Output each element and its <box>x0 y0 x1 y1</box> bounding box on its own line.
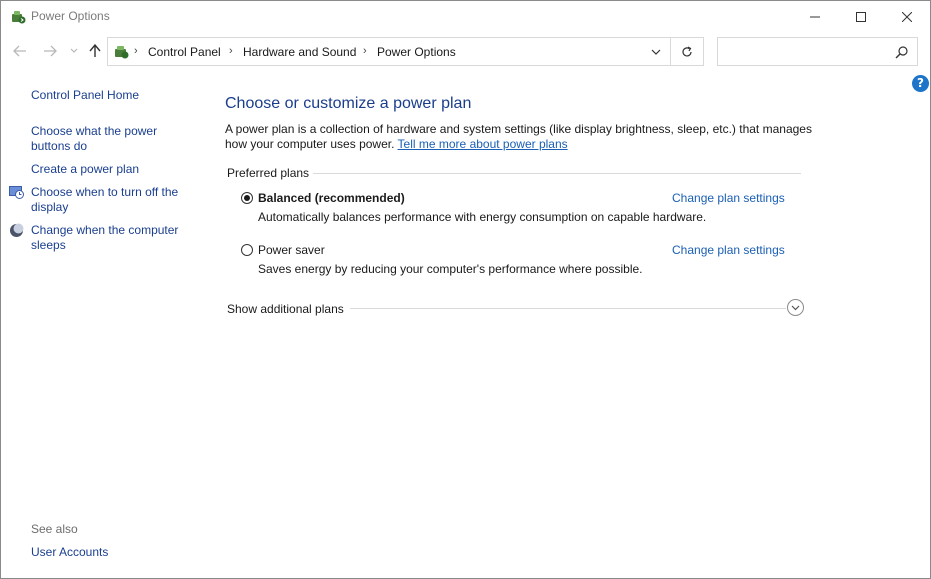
balanced-radio[interactable] <box>241 192 253 204</box>
sidebar: Control Panel Home Choose what the power… <box>1 71 201 578</box>
balanced-plan-name[interactable]: Balanced (recommended) <box>258 191 405 205</box>
close-button[interactable] <box>884 1 930 32</box>
sleep-moon-icon <box>9 223 24 238</box>
main-content: Choose or customize a power plan A power… <box>225 71 915 571</box>
address-bar[interactable]: › Control Panel › Hardware and Sound › P… <box>107 37 671 66</box>
chevron-down-icon <box>791 305 800 310</box>
radio-selected-dot <box>244 195 250 201</box>
maximize-button[interactable] <box>838 1 884 32</box>
sidebar-link-display-off[interactable]: Choose when to turn off the display <box>31 185 186 215</box>
window-title: Power Options <box>31 9 110 23</box>
breadcrumb-separator: › <box>134 45 138 57</box>
back-button[interactable] <box>11 42 29 60</box>
sidebar-link-sleep[interactable]: Change when the computer sleeps <box>31 223 191 253</box>
expand-additional-plans-button[interactable] <box>787 299 804 316</box>
recent-locations-button[interactable] <box>65 42 83 60</box>
display-timeout-icon <box>9 185 24 200</box>
sidebar-link-power-buttons[interactable]: Choose what the power buttons do <box>31 124 181 154</box>
power-options-icon <box>10 9 26 25</box>
learn-more-link[interactable]: Tell me more about power plans <box>398 137 568 151</box>
show-additional-plans-label[interactable]: Show additional plans <box>227 302 344 316</box>
page-description: A power plan is a collection of hardware… <box>225 122 815 152</box>
minimize-button[interactable] <box>792 1 838 32</box>
power-saver-plan-description: Saves energy by reducing your computer's… <box>258 262 643 276</box>
up-button[interactable] <box>86 42 104 60</box>
sidebar-link-create-plan[interactable]: Create a power plan <box>31 162 139 177</box>
page-title: Choose or customize a power plan <box>225 95 472 112</box>
breadcrumb-power-options[interactable]: Power Options <box>377 45 456 59</box>
breadcrumb-separator: › <box>229 45 233 57</box>
preferred-plans-divider <box>313 173 801 174</box>
preferred-plans-label: Preferred plans <box>227 166 310 180</box>
title-bar: Power Options <box>1 1 930 32</box>
breadcrumb-hardware-and-sound[interactable]: Hardware and Sound <box>243 45 356 59</box>
control-panel-icon <box>112 43 130 61</box>
see-also-label: See also <box>31 522 78 536</box>
user-accounts-link[interactable]: User Accounts <box>31 545 108 560</box>
power-options-window: Power Options › Control Panel › Hardware… <box>0 0 931 579</box>
control-panel-home-link[interactable]: Control Panel Home <box>31 88 139 103</box>
balanced-plan-description: Automatically balances performance with … <box>258 210 707 224</box>
address-dropdown-button[interactable] <box>648 44 664 60</box>
power-saver-radio[interactable] <box>241 244 253 256</box>
additional-plans-divider <box>350 308 786 309</box>
power-saver-plan-name[interactable]: Power saver <box>258 243 325 257</box>
search-input[interactable] <box>717 37 918 66</box>
forward-button[interactable] <box>41 42 59 60</box>
power-saver-change-settings-link[interactable]: Change plan settings <box>672 243 785 257</box>
breadcrumb-control-panel[interactable]: Control Panel <box>148 45 221 59</box>
refresh-button[interactable] <box>671 37 704 66</box>
balanced-change-settings-link[interactable]: Change plan settings <box>672 191 785 205</box>
navigation-bar: › Control Panel › Hardware and Sound › P… <box>1 34 930 70</box>
search-icon <box>895 45 909 59</box>
breadcrumb-separator: › <box>363 45 367 57</box>
